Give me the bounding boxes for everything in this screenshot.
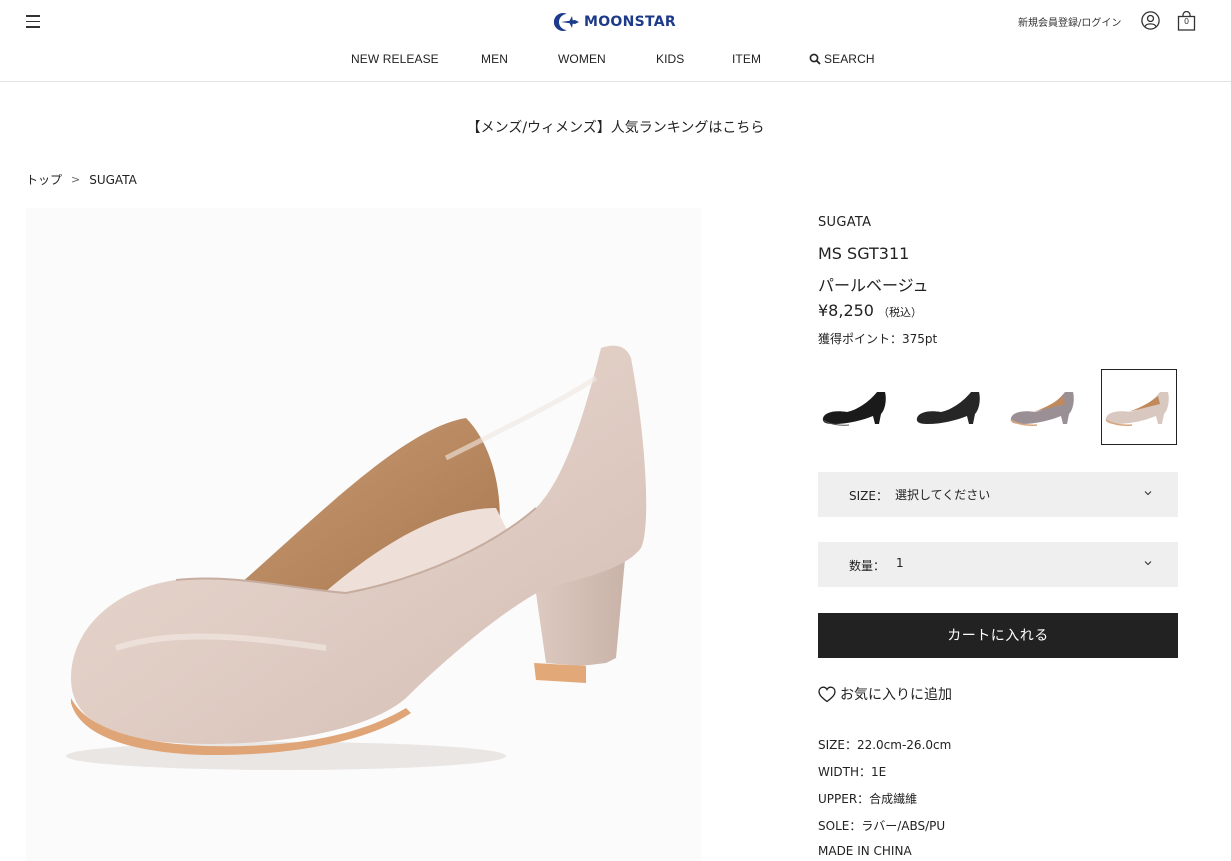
spec-width: WIDTH：1E — [818, 765, 887, 779]
nav-search-label: SEARCH — [824, 52, 875, 66]
variant-thumb-black-suede[interactable] — [912, 369, 988, 445]
nav-kids[interactable]: KIDS — [656, 52, 684, 66]
cart-bag-icon[interactable]: 0 — [1177, 10, 1196, 31]
breadcrumb-separator: > — [71, 173, 81, 186]
chevron-down-icon — [1144, 491, 1152, 496]
favorite-label: お気に入りに追加 — [840, 687, 952, 703]
size-select-value: 選択してください — [895, 488, 991, 502]
nav-search[interactable]: SEARCH — [809, 52, 875, 66]
heart-icon — [818, 686, 836, 702]
user-icon[interactable] — [1141, 11, 1160, 30]
cart-count: 0 — [1183, 17, 1190, 26]
breadcrumb: トップ > SUGATA — [26, 171, 137, 188]
product-price: ¥8,250 （税込） — [818, 301, 922, 320]
tax-note: （税込） — [877, 306, 922, 319]
site-header: MOONSTAR 新規会員登録/ログイン 0 NEW RELEASE MEN W… — [0, 0, 1231, 82]
spec-origin: MADE IN CHINA — [818, 844, 912, 858]
color-variant-thumbnails — [818, 369, 1178, 445]
menu-icon[interactable] — [26, 14, 40, 28]
moonstar-logo-mark-icon — [553, 13, 579, 31]
breadcrumb-top[interactable]: トップ — [26, 171, 62, 188]
variant-thumb-black-leather[interactable] — [818, 369, 894, 445]
breadcrumb-current: SUGATA — [89, 172, 137, 187]
spec-size: SIZE：22.0cm-26.0cm — [818, 738, 952, 752]
add-to-cart-button[interactable]: カートに入れる — [818, 613, 1178, 658]
login-link[interactable]: 新規会員登録/ログイン — [1018, 14, 1121, 29]
ranking-banner-link[interactable]: 【メンズ/ウィメンズ】人気ランキングはこちら — [0, 117, 1231, 137]
nav-item[interactable]: ITEM — [732, 52, 761, 66]
size-select[interactable]: SIZE： 選択してください — [818, 472, 1178, 517]
product-model: MS SGT311 — [818, 244, 910, 263]
add-to-favorites-button[interactable]: お気に入りに追加 — [818, 684, 952, 704]
price-value: ¥8,250 — [818, 301, 874, 320]
variant-thumb-pearl-beige[interactable] — [1101, 369, 1177, 445]
variant-thumb-grey[interactable] — [1006, 369, 1082, 445]
product-color-name: パールベージュ — [818, 276, 929, 295]
logo-text: MOONSTAR — [584, 14, 677, 30]
spec-upper: UPPER：合成繊維 — [818, 792, 918, 806]
points-earned: 獲得ポイント：375pt — [818, 332, 938, 346]
product-brand: SUGATA — [818, 215, 872, 230]
search-icon — [809, 53, 821, 65]
nav-new-release[interactable]: NEW RELEASE — [351, 52, 439, 66]
moonstar-logo[interactable]: MOONSTAR — [553, 11, 676, 33]
quantity-select-value: 1 — [896, 556, 904, 570]
size-select-label: SIZE： — [849, 489, 888, 503]
quantity-select[interactable]: 数量： 1 — [818, 542, 1178, 587]
chevron-down-icon — [1144, 561, 1152, 566]
main-nav: NEW RELEASE MEN WOMEN KIDS ITEM SEARCH — [0, 52, 1231, 70]
product-main-image — [26, 208, 701, 861]
nav-women[interactable]: WOMEN — [558, 52, 606, 66]
spec-sole: SOLE：ラバー/ABS/PU — [818, 819, 946, 833]
nav-men[interactable]: MEN — [481, 52, 508, 66]
quantity-select-label: 数量： — [849, 559, 886, 573]
